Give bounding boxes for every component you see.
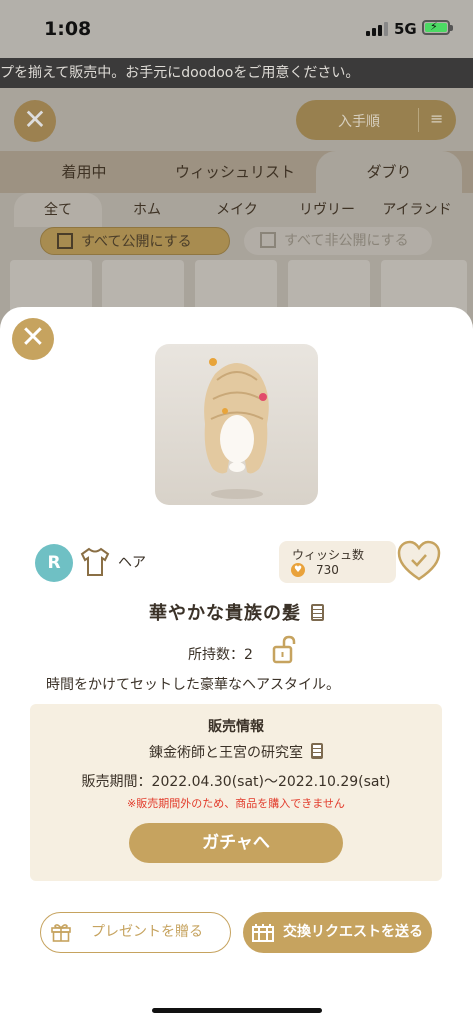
trade-icon [252, 924, 274, 942]
item-preview-image [155, 344, 318, 505]
unpublish-all-button[interactable]: すべて非公開にする [244, 227, 432, 255]
tab-wishlist[interactable]: ウィッシュリスト [160, 151, 310, 193]
wish-label: ウィッシュ数 [292, 548, 365, 562]
gacha-button[interactable]: ガチャへ [129, 823, 343, 863]
subtab-makeup[interactable]: メイク [194, 193, 280, 227]
sale-info-panel: 販売情報 錬金術師と王宮の研究室 販売期間：2022.04.30(sat)〜20… [30, 704, 442, 881]
shirt-icon [80, 547, 110, 576]
background-list: ✕ 入手順 ≡ 着用中 ウィッシュリスト ダブり 全て ホム メイク リヴリー … [0, 88, 473, 328]
home-indicator[interactable] [152, 1008, 322, 1013]
news-ticker: プを揃えて販売中。お手元にdoodooをご用意ください。 [0, 58, 473, 88]
wish-count: 730 [316, 563, 339, 577]
sale-period: 販売期間：2022.04.30(sat)〜2022.10.29(sat) [81, 774, 391, 790]
sort-icon: ≡ [430, 109, 444, 128]
heart-icon: ♥ [291, 563, 305, 577]
checkbox-empty-icon [260, 232, 276, 248]
sale-heading: 販売情報 [208, 719, 264, 735]
item-category: ヘア [118, 555, 146, 571]
checkbox-checked-icon [57, 233, 73, 249]
item-detail-modal: ✕ R ヘア ウィッシュ数 ♥ 730 華やかな貴族の髪 所持数：2 時間をかけ… [0, 307, 473, 1024]
publish-all-label: すべて公開にする [81, 234, 192, 250]
wish-heart-button[interactable] [396, 539, 442, 585]
close-icon[interactable]: ✕ [12, 318, 54, 360]
network-label: 5G [394, 20, 417, 38]
document-icon[interactable] [311, 604, 324, 621]
subtab-all[interactable]: 全て [14, 193, 102, 227]
signal-icon [366, 22, 388, 36]
status-time: 1:08 [44, 18, 92, 40]
owned-count: 所持数：2 [188, 647, 253, 663]
subtab-home[interactable]: ホム [104, 193, 190, 227]
battery-icon: ⚡ [422, 20, 453, 35]
sort-label: 入手順 [338, 114, 380, 130]
item-title: 華やかな貴族の髪 [0, 599, 473, 625]
present-button[interactable]: プレゼントを贈る [40, 912, 231, 953]
shop-name: 錬金術師と王宮の研究室 [149, 745, 303, 761]
document-icon[interactable] [311, 743, 323, 759]
shop-row: 錬金術師と王宮の研究室 [30, 742, 442, 762]
close-icon[interactable]: ✕ [14, 100, 56, 142]
tab-bar: 着用中 ウィッシュリスト ダブり [0, 151, 473, 193]
rarity-badge: R [35, 544, 73, 582]
sale-warning: ※販売期間外のため、商品を購入できません [127, 797, 345, 810]
unlock-icon[interactable] [272, 635, 298, 665]
item-description: 時間をかけてセットした豪華なヘアスタイル。 [46, 677, 340, 693]
present-label: プレゼントを贈る [91, 924, 203, 940]
publish-all-button[interactable]: すべて公開にする [40, 227, 230, 255]
wish-count-box: ウィッシュ数 ♥ 730 [279, 541, 396, 583]
trade-request-button[interactable]: 交換リクエストを送る [243, 912, 432, 953]
tab-wearing[interactable]: 着用中 [20, 151, 148, 193]
tab-duplicates[interactable]: ダブり [316, 151, 462, 193]
subtab-island[interactable]: アイランド [374, 193, 460, 227]
sort-dropdown[interactable]: 入手順 ≡ [296, 100, 456, 140]
subtab-livly[interactable]: リヴリー [284, 193, 370, 227]
trade-label: 交換リクエストを送る [283, 924, 423, 940]
status-bar: 1:08 5G ⚡ [0, 0, 473, 58]
gift-icon [51, 924, 71, 942]
unpublish-all-label: すべて非公開にする [284, 233, 409, 249]
item-name: 華やかな貴族の髪 [149, 603, 301, 624]
